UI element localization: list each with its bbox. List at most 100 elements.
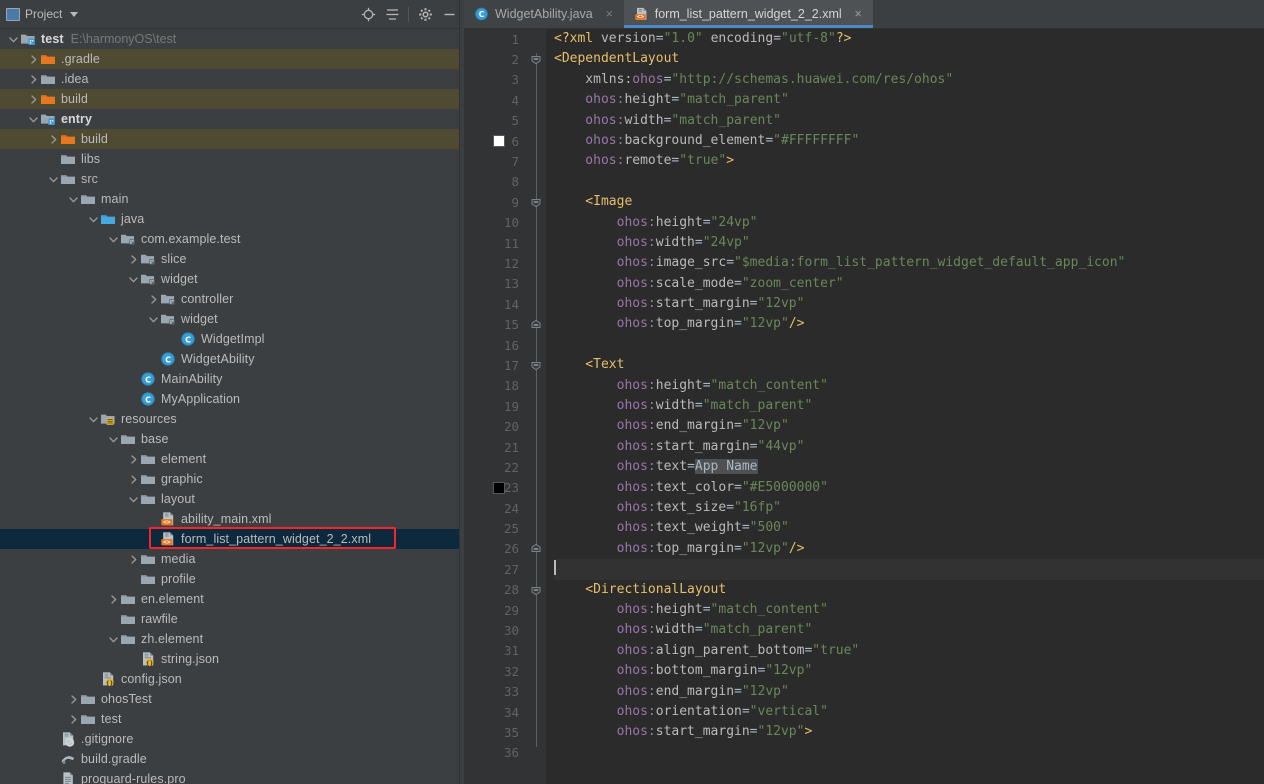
line-number[interactable]: 36: [464, 743, 526, 763]
code-line[interactable]: ohos:end_margin="12vp": [554, 682, 1264, 702]
tree-item[interactable]: media: [0, 549, 464, 569]
line-number[interactable]: 12: [464, 253, 526, 273]
code-line[interactable]: <DirectionalLayout: [554, 580, 1264, 600]
code-line[interactable]: ohos:text_weight="500": [554, 518, 1264, 538]
fold-toggle-icon[interactable]: [529, 318, 543, 332]
chevron-down-icon[interactable]: [88, 214, 99, 225]
code-line[interactable]: ohos:top_margin="12vp"/>: [554, 539, 1264, 559]
code-folding-gutter[interactable]: [526, 29, 546, 784]
chevron-right-icon[interactable]: [68, 714, 79, 725]
line-number[interactable]: 14: [464, 294, 526, 314]
code-line[interactable]: ohos:start_margin="12vp": [554, 294, 1264, 314]
code-line[interactable]: ohos:width="match_parent": [554, 396, 1264, 416]
line-number[interactable]: 18: [464, 376, 526, 396]
tree-item[interactable]: .gradle: [0, 49, 464, 69]
line-number[interactable]: 5: [464, 111, 526, 131]
tree-item[interactable]: C MyApplication: [0, 389, 464, 409]
code-line[interactable]: <Image: [554, 192, 1264, 212]
code-line[interactable]: ohos:end_margin="12vp": [554, 416, 1264, 436]
color-preview-swatch[interactable]: [493, 134, 505, 147]
fold-toggle-icon[interactable]: [529, 358, 543, 372]
code-line[interactable]: ohos:width="match_parent": [554, 620, 1264, 640]
tree-item[interactable]: slice: [0, 249, 464, 269]
gear-icon[interactable]: [414, 3, 436, 25]
chevron-down-icon[interactable]: [128, 274, 139, 285]
code-line[interactable]: <Text: [554, 355, 1264, 375]
line-number[interactable]: 32: [464, 661, 526, 681]
code-line[interactable]: [554, 559, 1264, 580]
code-line[interactable]: [554, 335, 1264, 355]
line-number[interactable]: 17: [464, 355, 526, 375]
code-line[interactable]: ohos:align_parent_bottom="true": [554, 641, 1264, 661]
tree-item[interactable]: en.element: [0, 589, 464, 609]
line-number[interactable]: 24: [464, 498, 526, 518]
line-number[interactable]: 10: [464, 213, 526, 233]
tree-item[interactable]: build.gradle: [0, 749, 464, 769]
color-preview-swatch[interactable]: [493, 481, 505, 494]
code-line[interactable]: ohos:width="24vp": [554, 233, 1264, 253]
code-line[interactable]: ohos:top_margin="12vp"/>: [554, 314, 1264, 334]
editor-tabbar[interactable]: C WidgetAbility.java × <> form_list_pattern_…: [464, 0, 1264, 29]
tree-item[interactable]: main: [0, 189, 464, 209]
chevron-right-icon[interactable]: [148, 294, 159, 305]
line-number[interactable]: 21: [464, 437, 526, 457]
code-line[interactable]: ohos:bottom_margin="12vp": [554, 661, 1264, 681]
tree-item[interactable]: layout: [0, 489, 464, 509]
line-number-gutter[interactable]: 1 2 3 4 5 6 7 8 9 10 11 12 13 14 15 16 17 18 19 20 21 22 23 24 2…: [464, 29, 526, 784]
chevron-right-icon[interactable]: [128, 474, 139, 485]
editor-tab[interactable]: <> form_list_pattern_widget_2_2.xml ×: [623, 0, 873, 28]
chevron-down-icon[interactable]: [70, 11, 79, 17]
tree-item[interactable]: rawfile: [0, 609, 464, 629]
tree-item[interactable]: C WidgetAbility: [0, 349, 464, 369]
tree-item[interactable]: .idea: [0, 69, 464, 89]
line-number[interactable]: 3: [464, 70, 526, 90]
line-number[interactable]: 30: [464, 620, 526, 640]
tree-item[interactable]: controller: [0, 289, 464, 309]
line-number[interactable]: 15: [464, 314, 526, 334]
tree-item[interactable]: proguard-rules.pro: [0, 769, 464, 784]
chevron-right-icon[interactable]: [28, 74, 39, 85]
close-icon[interactable]: ×: [852, 7, 865, 21]
fold-toggle-icon[interactable]: [529, 583, 543, 597]
code-line[interactable]: [554, 172, 1264, 192]
tree-item[interactable]: profile: [0, 569, 464, 589]
tree-item[interactable]: C MainAbility: [0, 369, 464, 389]
tree-item[interactable]: base: [0, 429, 464, 449]
line-number[interactable]: 31: [464, 641, 526, 661]
chevron-right-icon[interactable]: [108, 594, 119, 605]
chevron-down-icon[interactable]: [108, 434, 119, 445]
code-line[interactable]: ohos:orientation="vertical": [554, 702, 1264, 722]
tree-item[interactable]: zh.element: [0, 629, 464, 649]
tree-item[interactable]: widget: [0, 309, 464, 329]
tree-item[interactable]: {} string.json: [0, 649, 464, 669]
code-line[interactable]: <?xml version="1.0" encoding="utf-8"?>: [554, 29, 1264, 49]
fold-toggle-icon[interactable]: [529, 195, 543, 209]
tree-item[interactable]: com.example.test: [0, 229, 464, 249]
line-number[interactable]: 26: [464, 539, 526, 559]
code-line[interactable]: ohos:image_src="$media:form_list_pattern…: [554, 253, 1264, 273]
line-number[interactable]: 27: [464, 559, 526, 579]
tree-item[interactable]: src: [0, 169, 464, 189]
tree-item[interactable]: .gitignore: [0, 729, 464, 749]
code-line[interactable]: ohos:height="match_content": [554, 376, 1264, 396]
chevron-down-icon[interactable]: [108, 634, 119, 645]
code-line[interactable]: <DependentLayout: [554, 49, 1264, 69]
code-line[interactable]: ohos:start_margin="44vp": [554, 437, 1264, 457]
code-line[interactable]: ohos:start_margin="12vp">: [554, 722, 1264, 742]
line-number[interactable]: 34: [464, 702, 526, 722]
code-line[interactable]: [554, 743, 1264, 763]
chevron-right-icon[interactable]: [28, 54, 39, 65]
chevron-down-icon[interactable]: [128, 494, 139, 505]
collapse-all-icon[interactable]: [381, 3, 403, 25]
project-tree[interactable]: test E:\harmonyOS\test .gradle .idea build en…: [0, 29, 464, 784]
line-number[interactable]: 1: [464, 29, 526, 49]
chevron-right-icon[interactable]: [128, 254, 139, 265]
tree-item-selected[interactable]: <> form_list_pattern_widget_2_2.xml: [0, 529, 464, 549]
tree-item[interactable]: <> ability_main.xml: [0, 509, 464, 529]
line-number[interactable]: 29: [464, 600, 526, 620]
chevron-down-icon[interactable]: [28, 114, 39, 125]
tree-item[interactable]: element: [0, 449, 464, 469]
line-number[interactable]: 6: [464, 131, 526, 151]
close-icon[interactable]: ×: [603, 7, 616, 21]
code-line[interactable]: ohos:scale_mode="zoom_center": [554, 274, 1264, 294]
